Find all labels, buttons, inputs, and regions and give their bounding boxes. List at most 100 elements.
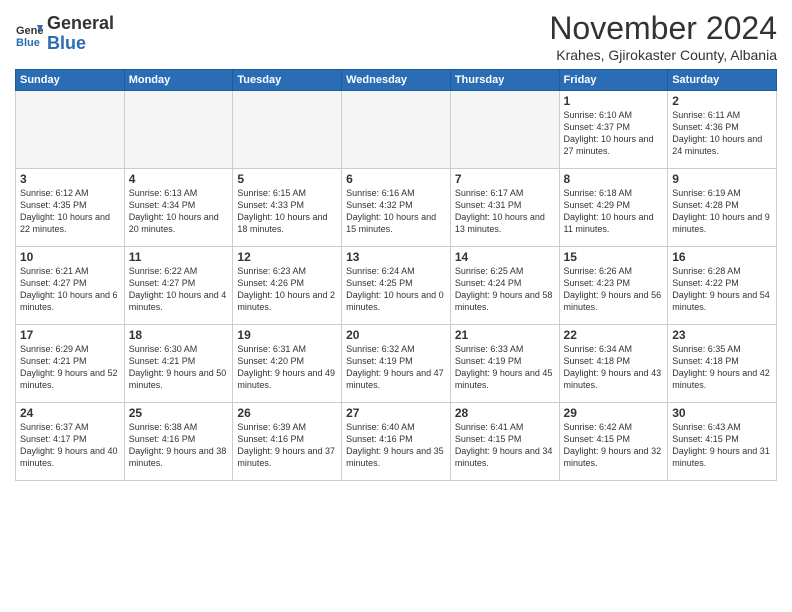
day-info: Sunrise: 6:15 AMSunset: 4:33 PMDaylight:… [237,187,337,236]
logo-text: General Blue [47,14,114,54]
day-info: Sunrise: 6:29 AMSunset: 4:21 PMDaylight:… [20,343,120,392]
calendar-cell: 21Sunrise: 6:33 AMSunset: 4:19 PMDayligh… [450,325,559,403]
day-number: 28 [455,406,555,420]
day-number: 27 [346,406,446,420]
day-number: 30 [672,406,772,420]
calendar-week-4: 17Sunrise: 6:29 AMSunset: 4:21 PMDayligh… [16,325,777,403]
day-info: Sunrise: 6:34 AMSunset: 4:18 PMDaylight:… [564,343,664,392]
weekday-header-monday: Monday [124,70,233,91]
calendar-cell: 14Sunrise: 6:25 AMSunset: 4:24 PMDayligh… [450,247,559,325]
day-info: Sunrise: 6:18 AMSunset: 4:29 PMDaylight:… [564,187,664,236]
day-info: Sunrise: 6:25 AMSunset: 4:24 PMDaylight:… [455,265,555,314]
calendar-cell [233,91,342,169]
day-number: 21 [455,328,555,342]
day-info: Sunrise: 6:31 AMSunset: 4:20 PMDaylight:… [237,343,337,392]
calendar-cell: 12Sunrise: 6:23 AMSunset: 4:26 PMDayligh… [233,247,342,325]
day-info: Sunrise: 6:37 AMSunset: 4:17 PMDaylight:… [20,421,120,470]
day-number: 8 [564,172,664,186]
calendar-cell: 10Sunrise: 6:21 AMSunset: 4:27 PMDayligh… [16,247,125,325]
day-number: 6 [346,172,446,186]
day-info: Sunrise: 6:13 AMSunset: 4:34 PMDaylight:… [129,187,229,236]
calendar-cell: 5Sunrise: 6:15 AMSunset: 4:33 PMDaylight… [233,169,342,247]
weekday-header-thursday: Thursday [450,70,559,91]
weekday-header-saturday: Saturday [668,70,777,91]
day-info: Sunrise: 6:12 AMSunset: 4:35 PMDaylight:… [20,187,120,236]
calendar-cell: 1Sunrise: 6:10 AMSunset: 4:37 PMDaylight… [559,91,668,169]
calendar-cell: 22Sunrise: 6:34 AMSunset: 4:18 PMDayligh… [559,325,668,403]
logo-general-text: General [47,14,114,34]
main-container: General Blue General Blue November 2024 … [0,0,792,486]
day-number: 2 [672,94,772,108]
calendar-week-3: 10Sunrise: 6:21 AMSunset: 4:27 PMDayligh… [16,247,777,325]
weekday-header-tuesday: Tuesday [233,70,342,91]
day-number: 15 [564,250,664,264]
day-info: Sunrise: 6:30 AMSunset: 4:21 PMDaylight:… [129,343,229,392]
day-info: Sunrise: 6:28 AMSunset: 4:22 PMDaylight:… [672,265,772,314]
calendar-table: SundayMondayTuesdayWednesdayThursdayFrid… [15,69,777,481]
day-number: 22 [564,328,664,342]
calendar-cell: 13Sunrise: 6:24 AMSunset: 4:25 PMDayligh… [342,247,451,325]
location-title: Krahes, Gjirokaster County, Albania [549,47,777,63]
calendar-cell: 28Sunrise: 6:41 AMSunset: 4:15 PMDayligh… [450,403,559,481]
day-info: Sunrise: 6:32 AMSunset: 4:19 PMDaylight:… [346,343,446,392]
calendar-cell [342,91,451,169]
day-number: 13 [346,250,446,264]
calendar-week-2: 3Sunrise: 6:12 AMSunset: 4:35 PMDaylight… [16,169,777,247]
day-info: Sunrise: 6:39 AMSunset: 4:16 PMDaylight:… [237,421,337,470]
weekday-header-sunday: Sunday [16,70,125,91]
calendar-cell: 17Sunrise: 6:29 AMSunset: 4:21 PMDayligh… [16,325,125,403]
day-number: 7 [455,172,555,186]
day-info: Sunrise: 6:35 AMSunset: 4:18 PMDaylight:… [672,343,772,392]
day-number: 10 [20,250,120,264]
calendar-cell: 30Sunrise: 6:43 AMSunset: 4:15 PMDayligh… [668,403,777,481]
day-number: 29 [564,406,664,420]
calendar-cell [450,91,559,169]
day-number: 1 [564,94,664,108]
calendar-cell: 16Sunrise: 6:28 AMSunset: 4:22 PMDayligh… [668,247,777,325]
day-number: 19 [237,328,337,342]
calendar-cell: 15Sunrise: 6:26 AMSunset: 4:23 PMDayligh… [559,247,668,325]
day-info: Sunrise: 6:10 AMSunset: 4:37 PMDaylight:… [564,109,664,158]
svg-text:Blue: Blue [16,37,40,48]
logo-blue-text: Blue [47,34,114,54]
calendar-cell: 27Sunrise: 6:40 AMSunset: 4:16 PMDayligh… [342,403,451,481]
day-number: 14 [455,250,555,264]
weekday-header-wednesday: Wednesday [342,70,451,91]
day-info: Sunrise: 6:40 AMSunset: 4:16 PMDaylight:… [346,421,446,470]
calendar-cell: 11Sunrise: 6:22 AMSunset: 4:27 PMDayligh… [124,247,233,325]
day-number: 12 [237,250,337,264]
calendar-header: SundayMondayTuesdayWednesdayThursdayFrid… [16,70,777,91]
day-number: 9 [672,172,772,186]
calendar-cell: 26Sunrise: 6:39 AMSunset: 4:16 PMDayligh… [233,403,342,481]
calendar-cell [124,91,233,169]
day-info: Sunrise: 6:21 AMSunset: 4:27 PMDaylight:… [20,265,120,314]
day-info: Sunrise: 6:42 AMSunset: 4:15 PMDaylight:… [564,421,664,470]
calendar-cell: 25Sunrise: 6:38 AMSunset: 4:16 PMDayligh… [124,403,233,481]
calendar-week-1: 1Sunrise: 6:10 AMSunset: 4:37 PMDaylight… [16,91,777,169]
calendar-cell: 2Sunrise: 6:11 AMSunset: 4:36 PMDaylight… [668,91,777,169]
day-number: 11 [129,250,229,264]
day-number: 18 [129,328,229,342]
title-area: November 2024 Krahes, Gjirokaster County… [549,10,777,63]
day-number: 25 [129,406,229,420]
calendar-cell: 7Sunrise: 6:17 AMSunset: 4:31 PMDaylight… [450,169,559,247]
day-number: 16 [672,250,772,264]
weekday-header-friday: Friday [559,70,668,91]
day-info: Sunrise: 6:16 AMSunset: 4:32 PMDaylight:… [346,187,446,236]
day-number: 26 [237,406,337,420]
day-number: 17 [20,328,120,342]
calendar-cell: 4Sunrise: 6:13 AMSunset: 4:34 PMDaylight… [124,169,233,247]
calendar-cell: 3Sunrise: 6:12 AMSunset: 4:35 PMDaylight… [16,169,125,247]
calendar-cell: 19Sunrise: 6:31 AMSunset: 4:20 PMDayligh… [233,325,342,403]
day-info: Sunrise: 6:11 AMSunset: 4:36 PMDaylight:… [672,109,772,158]
day-info: Sunrise: 6:19 AMSunset: 4:28 PMDaylight:… [672,187,772,236]
day-info: Sunrise: 6:38 AMSunset: 4:16 PMDaylight:… [129,421,229,470]
day-info: Sunrise: 6:33 AMSunset: 4:19 PMDaylight:… [455,343,555,392]
day-info: Sunrise: 6:22 AMSunset: 4:27 PMDaylight:… [129,265,229,314]
day-info: Sunrise: 6:23 AMSunset: 4:26 PMDaylight:… [237,265,337,314]
month-title: November 2024 [549,10,777,47]
day-info: Sunrise: 6:24 AMSunset: 4:25 PMDaylight:… [346,265,446,314]
calendar-cell: 23Sunrise: 6:35 AMSunset: 4:18 PMDayligh… [668,325,777,403]
day-number: 5 [237,172,337,186]
calendar-cell: 6Sunrise: 6:16 AMSunset: 4:32 PMDaylight… [342,169,451,247]
